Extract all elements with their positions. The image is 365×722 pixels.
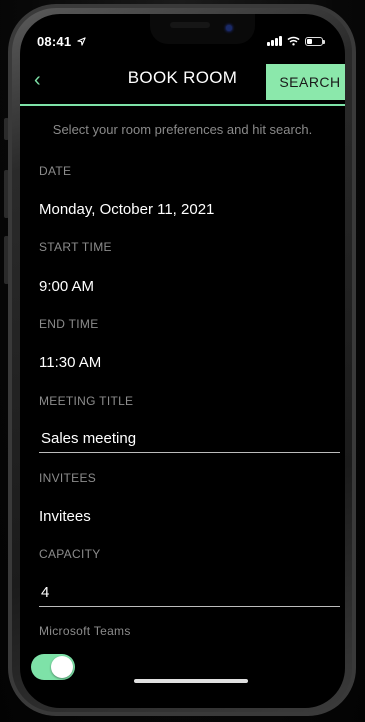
instructions-text: Select your room preferences and hit sea… <box>52 122 313 137</box>
capacity-label: CAPACITY <box>39 547 101 561</box>
navigation-bar: ‹ BOOK ROOM SEARCH <box>20 62 345 102</box>
invitees-value[interactable]: Invitees <box>39 508 91 525</box>
capacity-field <box>39 584 342 607</box>
search-button[interactable]: SEARCH <box>266 64 345 100</box>
microsoft-teams-toggle[interactable] <box>31 654 75 680</box>
date-value[interactable]: Monday, October 11, 2021 <box>39 201 214 218</box>
status-bar-time: 08:41 <box>37 34 86 49</box>
booking-form: Select your room preferences and hit sea… <box>20 106 345 140</box>
device: 08:41 ‹ BOOK ROOM SEARCH Select your roo… <box>0 0 365 722</box>
meeting-title-label: MEETING TITLE <box>39 394 134 408</box>
front-camera <box>226 25 232 31</box>
start-time-value[interactable]: 9:00 AM <box>39 278 94 295</box>
end-time-label: END TIME <box>39 317 99 331</box>
capacity-input[interactable] <box>39 584 342 601</box>
notch <box>150 14 255 44</box>
toggle-knob <box>51 656 73 678</box>
location-arrow-icon <box>77 37 86 46</box>
invitees-label: INVITEES <box>39 471 97 485</box>
date-label: DATE <box>39 164 72 178</box>
meeting-title-input[interactable] <box>39 430 342 447</box>
wifi-icon <box>287 36 300 46</box>
battery-fill <box>307 38 312 44</box>
home-indicator[interactable] <box>134 679 248 683</box>
speaker <box>170 22 210 28</box>
microsoft-teams-label: Microsoft Teams <box>39 624 131 638</box>
meeting-title-field <box>39 430 342 453</box>
start-time-label: START TIME <box>39 240 112 254</box>
battery-icon <box>305 36 325 46</box>
signal-bars-icon <box>267 36 282 46</box>
status-bar-icons <box>267 36 325 46</box>
end-time-value[interactable]: 11:30 AM <box>39 354 101 371</box>
screen: 08:41 ‹ BOOK ROOM SEARCH Select your roo… <box>20 14 345 708</box>
